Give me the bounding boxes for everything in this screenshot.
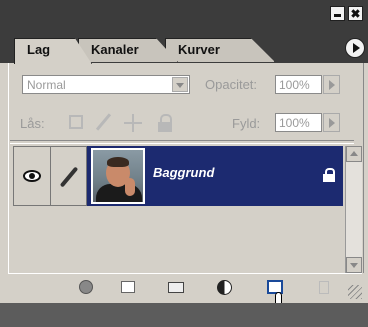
scroll-down-arrow-icon[interactable]: [346, 257, 362, 273]
link-brush-cell[interactable]: [51, 146, 87, 206]
delete-layer-icon[interactable]: [317, 280, 335, 296]
layers-panel: Kurver Kanaler Lag Normal Opacitet: 100%…: [0, 0, 368, 327]
palette-title-bar[interactable]: [0, 0, 368, 28]
adjustment-layer-icon[interactable]: [217, 280, 235, 296]
tab-kurver[interactable]: Kurver: [165, 38, 275, 62]
lock-all-icon[interactable]: [154, 112, 176, 134]
add-mask-icon[interactable]: [120, 280, 138, 296]
chevron-down-icon[interactable]: [172, 77, 188, 92]
resize-grip-icon[interactable]: [348, 285, 362, 299]
divider: [10, 140, 354, 144]
bottom-strip: [0, 303, 368, 327]
visibility-toggle[interactable]: [13, 146, 51, 206]
layers-list: Baggrund: [13, 146, 343, 273]
scroll-up-arrow-icon[interactable]: [346, 146, 362, 162]
layer-style-icon[interactable]: [78, 280, 96, 296]
layers-scrollbar[interactable]: [345, 146, 362, 273]
lock-position-icon[interactable]: [122, 112, 144, 134]
tab-kanaler[interactable]: Kanaler: [78, 38, 178, 62]
lock-label: Lås:: [20, 116, 45, 131]
layer-thumbnail[interactable]: [91, 148, 145, 204]
opacity-label: Opacitet:: [205, 77, 258, 92]
layer-name[interactable]: Baggrund: [153, 165, 214, 180]
tab-strip: Kurver Kanaler Lag: [0, 28, 368, 64]
lock-transparency-icon[interactable]: [66, 112, 88, 134]
close-icon[interactable]: [348, 6, 363, 21]
opacity-field[interactable]: 100%: [275, 75, 322, 94]
opacity-slider-arrow-icon[interactable]: [323, 75, 340, 94]
panel-menu-arrow-icon[interactable]: [345, 38, 365, 58]
brush-icon: [59, 166, 79, 188]
fill-slider-arrow-icon[interactable]: [323, 113, 340, 132]
fill-label: Fyld:: [232, 116, 261, 131]
lock-pixels-icon[interactable]: [94, 112, 116, 134]
fill-field[interactable]: 100%: [275, 113, 322, 132]
blend-mode-select[interactable]: Normal: [22, 75, 190, 94]
new-group-icon[interactable]: [168, 280, 186, 296]
blend-opacity-row: Normal Opacitet: 100%: [10, 71, 360, 97]
minimize-icon[interactable]: [330, 6, 345, 21]
blend-mode-value: Normal: [27, 78, 66, 92]
lock-icon: [323, 168, 335, 182]
layer-row-baggrund[interactable]: Baggrund: [13, 146, 343, 206]
eye-icon: [23, 170, 41, 182]
